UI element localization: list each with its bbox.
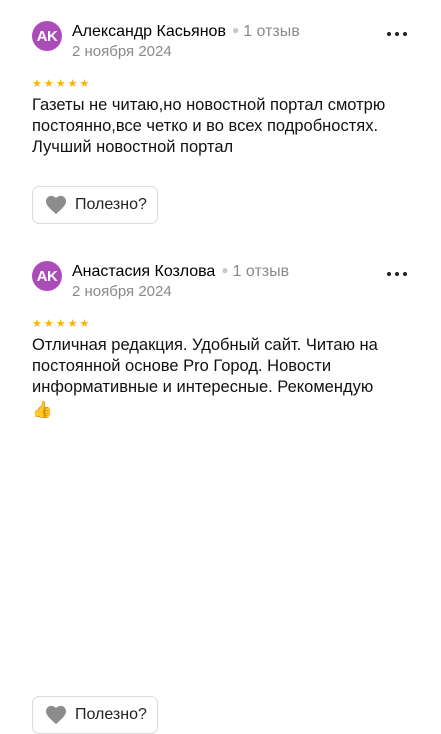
review-text-body: Отличная редакция. Удобный сайт. Читаю н… bbox=[32, 336, 378, 396]
useful-label: Полезно? bbox=[75, 196, 147, 213]
star-icon: ★ bbox=[43, 318, 54, 330]
heart-icon bbox=[46, 195, 66, 215]
review-count: 1 отзыв bbox=[232, 263, 290, 280]
author-name[interactable]: Александр Касьянов bbox=[72, 23, 226, 40]
more-dots-icon[interactable] bbox=[387, 29, 407, 39]
separator-dot: ● bbox=[231, 23, 240, 37]
star-icon: ★ bbox=[43, 78, 54, 90]
useful-button[interactable]: Полезно? bbox=[32, 696, 158, 734]
review-text: Отличная редакция. Удобный сайт. Читаю н… bbox=[32, 335, 412, 421]
review-date: 2 ноября 2024 bbox=[72, 43, 172, 60]
author-name[interactable]: Анастасия Козлова bbox=[72, 263, 215, 280]
review-header: AK Анастасия Козлова ● 1 отзыв 2 ноября 20… bbox=[32, 261, 441, 305]
review-card: AK Александр Касьянов ● 1 отзыв 2 ноября 2… bbox=[0, 0, 441, 249]
review-card: AK Анастасия Козлова ● 1 отзыв 2 ноября 20… bbox=[0, 249, 441, 734]
useful-label: Полезно? bbox=[75, 706, 147, 723]
useful-button[interactable]: Полезно? bbox=[32, 186, 158, 224]
star-icon: ★ bbox=[67, 78, 78, 90]
review-header: AK Александр Касьянов ● 1 отзыв 2 ноября 2… bbox=[32, 21, 441, 65]
rating-stars: ★ ★ ★ ★ ★ bbox=[32, 318, 441, 330]
star-icon: ★ bbox=[79, 318, 90, 330]
star-icon: ★ bbox=[55, 318, 66, 330]
rating-stars: ★ ★ ★ ★ ★ bbox=[32, 78, 441, 90]
star-icon: ★ bbox=[55, 78, 66, 90]
separator-dot: ● bbox=[221, 263, 229, 277]
review-date: 2 ноября 2024 bbox=[72, 283, 172, 300]
review-count: 1 отзыв bbox=[243, 23, 300, 40]
avatar[interactable]: AK bbox=[32, 21, 62, 51]
heart-icon bbox=[46, 705, 66, 725]
avatar[interactable]: AK bbox=[32, 261, 62, 291]
author-line: Анастасия Козлова ● 1 отзыв bbox=[72, 262, 289, 282]
author-line: Александр Касьянов ● 1 отзыв bbox=[72, 22, 300, 42]
more-dots-icon[interactable] bbox=[387, 269, 407, 279]
star-icon: ★ bbox=[67, 318, 78, 330]
star-icon: ★ bbox=[32, 78, 42, 90]
review-text: Газеты не читаю,но новостной портал смот… bbox=[32, 96, 386, 156]
thumbs-up-emoji: 👍 bbox=[32, 401, 53, 419]
star-icon: ★ bbox=[32, 318, 42, 330]
star-icon: ★ bbox=[79, 78, 90, 90]
